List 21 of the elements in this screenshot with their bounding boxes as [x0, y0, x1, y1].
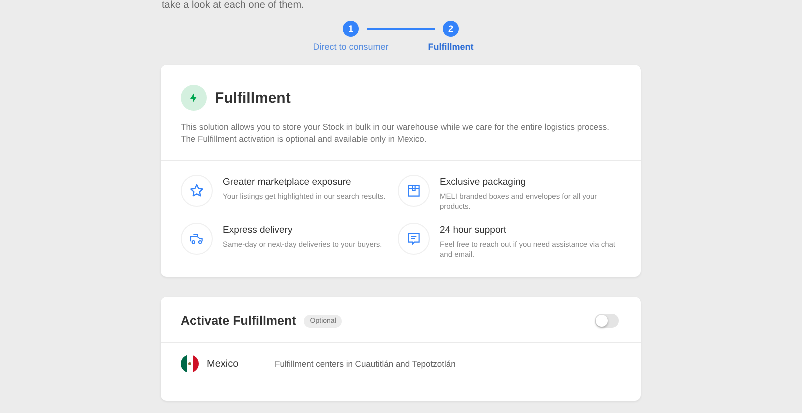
flag-icon: [181, 355, 199, 373]
benefit-title: Exclusive packaging: [440, 177, 528, 188]
intro-text: take a look at each one of them.: [162, 0, 304, 11]
country-detail: Fulfillment centers in Cuautitlán and Tepotzotlán: [275, 359, 456, 369]
step-connector: [367, 28, 435, 30]
truck-icon: [181, 223, 213, 255]
box-icon: [398, 175, 430, 207]
country-name: Mexico: [207, 358, 240, 370]
description-text: This solution allows you to store your Stock in bulk in our warehouse while we care for the entire logistics process. The Fulfillment activation is optional and available only in Mexico.: [181, 121, 611, 145]
chat-bubble-icon: [398, 223, 430, 255]
step-label[interactable]: Fulfillment: [428, 42, 474, 52]
benefit-title: Express delivery: [223, 225, 294, 236]
lightning-bolt-icon: [181, 85, 207, 111]
step-label[interactable]: Direct to consumer: [313, 42, 389, 52]
toggle-switch[interactable]: [595, 314, 619, 328]
benefit-title: 24 hour support: [440, 225, 508, 236]
benefit-title: Greater marketplace exposure: [223, 177, 352, 188]
card-title: Fulfillment: [215, 90, 291, 106]
step-number[interactable]: 1: [343, 21, 359, 37]
step-number[interactable]: 2: [443, 21, 459, 37]
section-title: Activate Fulfillment: [181, 314, 296, 328]
